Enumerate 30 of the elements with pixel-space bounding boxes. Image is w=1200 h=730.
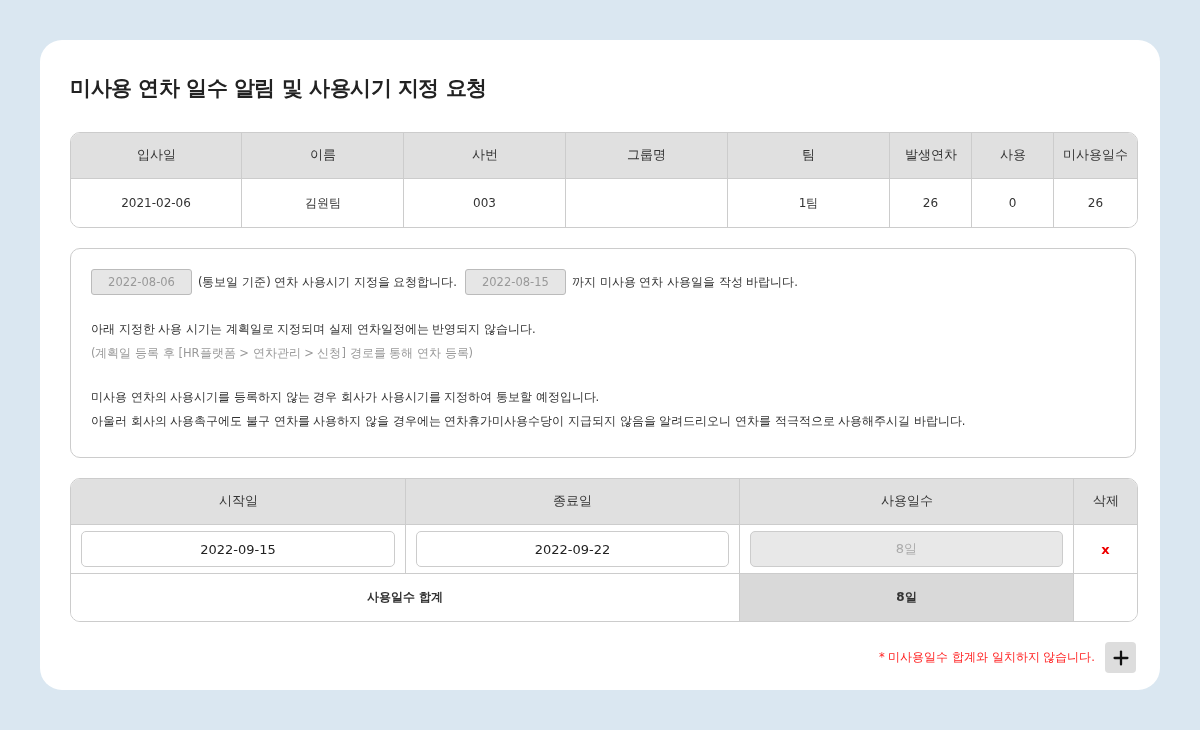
days-field: 8일	[750, 531, 1063, 567]
column-header: 이름	[241, 133, 403, 179]
column-header: 팀	[727, 133, 889, 179]
column-header: 사용일수	[739, 479, 1073, 525]
column-header: 종료일	[405, 479, 739, 525]
deadline-date-field: 2022-08-15	[464, 269, 566, 295]
column-header: 사번	[403, 133, 565, 179]
notice-text: 미사용 연차의 사용시기를 등록하지 않는 경우 회사가 사용시기를 지정하여 통보할 예정입니다.	[91, 389, 601, 406]
column-header: 삭제	[1073, 479, 1137, 525]
total-label: 사용일수 합계	[71, 573, 739, 621]
column-header: 발생연차	[889, 133, 971, 179]
add-button[interactable]	[1105, 642, 1136, 673]
notice-text: (통보일 기준) 연차 사용시기 지정을 요청합니다.	[198, 274, 457, 290]
total-value: 8일	[739, 573, 1073, 621]
notice-text: 아래 지정한 사용 시기는 계획일로 지정되며 실제 연차일정에는 반영되지 않습니다.	[91, 321, 537, 338]
end-date-field[interactable]: 2022-09-22	[416, 531, 729, 567]
notify-date-field: 2022-08-06	[91, 269, 192, 295]
column-header: 그룹명	[565, 133, 727, 179]
column-header: 사용	[971, 133, 1053, 179]
warning-text: * 미사용일수 합계와 일치하지 않습니다.	[878, 650, 1095, 665]
start-date-field[interactable]: 2022-09-15	[81, 531, 395, 567]
delete-button[interactable]: x	[1095, 540, 1116, 558]
notice-text: 아울러 회사의 사용촉구에도 불구 연차를 사용하지 않을 경우에는 연차휴가미사용수당이 지급되지 않음을 알려드리오니 연차를 적극적으로 사용해주시길 바랍니다.	[91, 413, 967, 430]
notice-text: 까지 미사용 연차 사용일을 작성 바랍니다.	[571, 274, 798, 290]
hint-text: (계획일 등록 후 [HR플랫폼 > 연차관리 > 신청] 경로를 통해 연차 등록)	[91, 345, 475, 362]
column-header: 시작일	[71, 479, 405, 525]
column-header: 입사일	[71, 133, 241, 179]
column-header: 미사용일수	[1053, 133, 1137, 179]
table-cell: 26	[1053, 179, 1137, 227]
page-title: 미사용 연차 일수 알림 및 사용시기 지정 요청	[70, 75, 488, 102]
